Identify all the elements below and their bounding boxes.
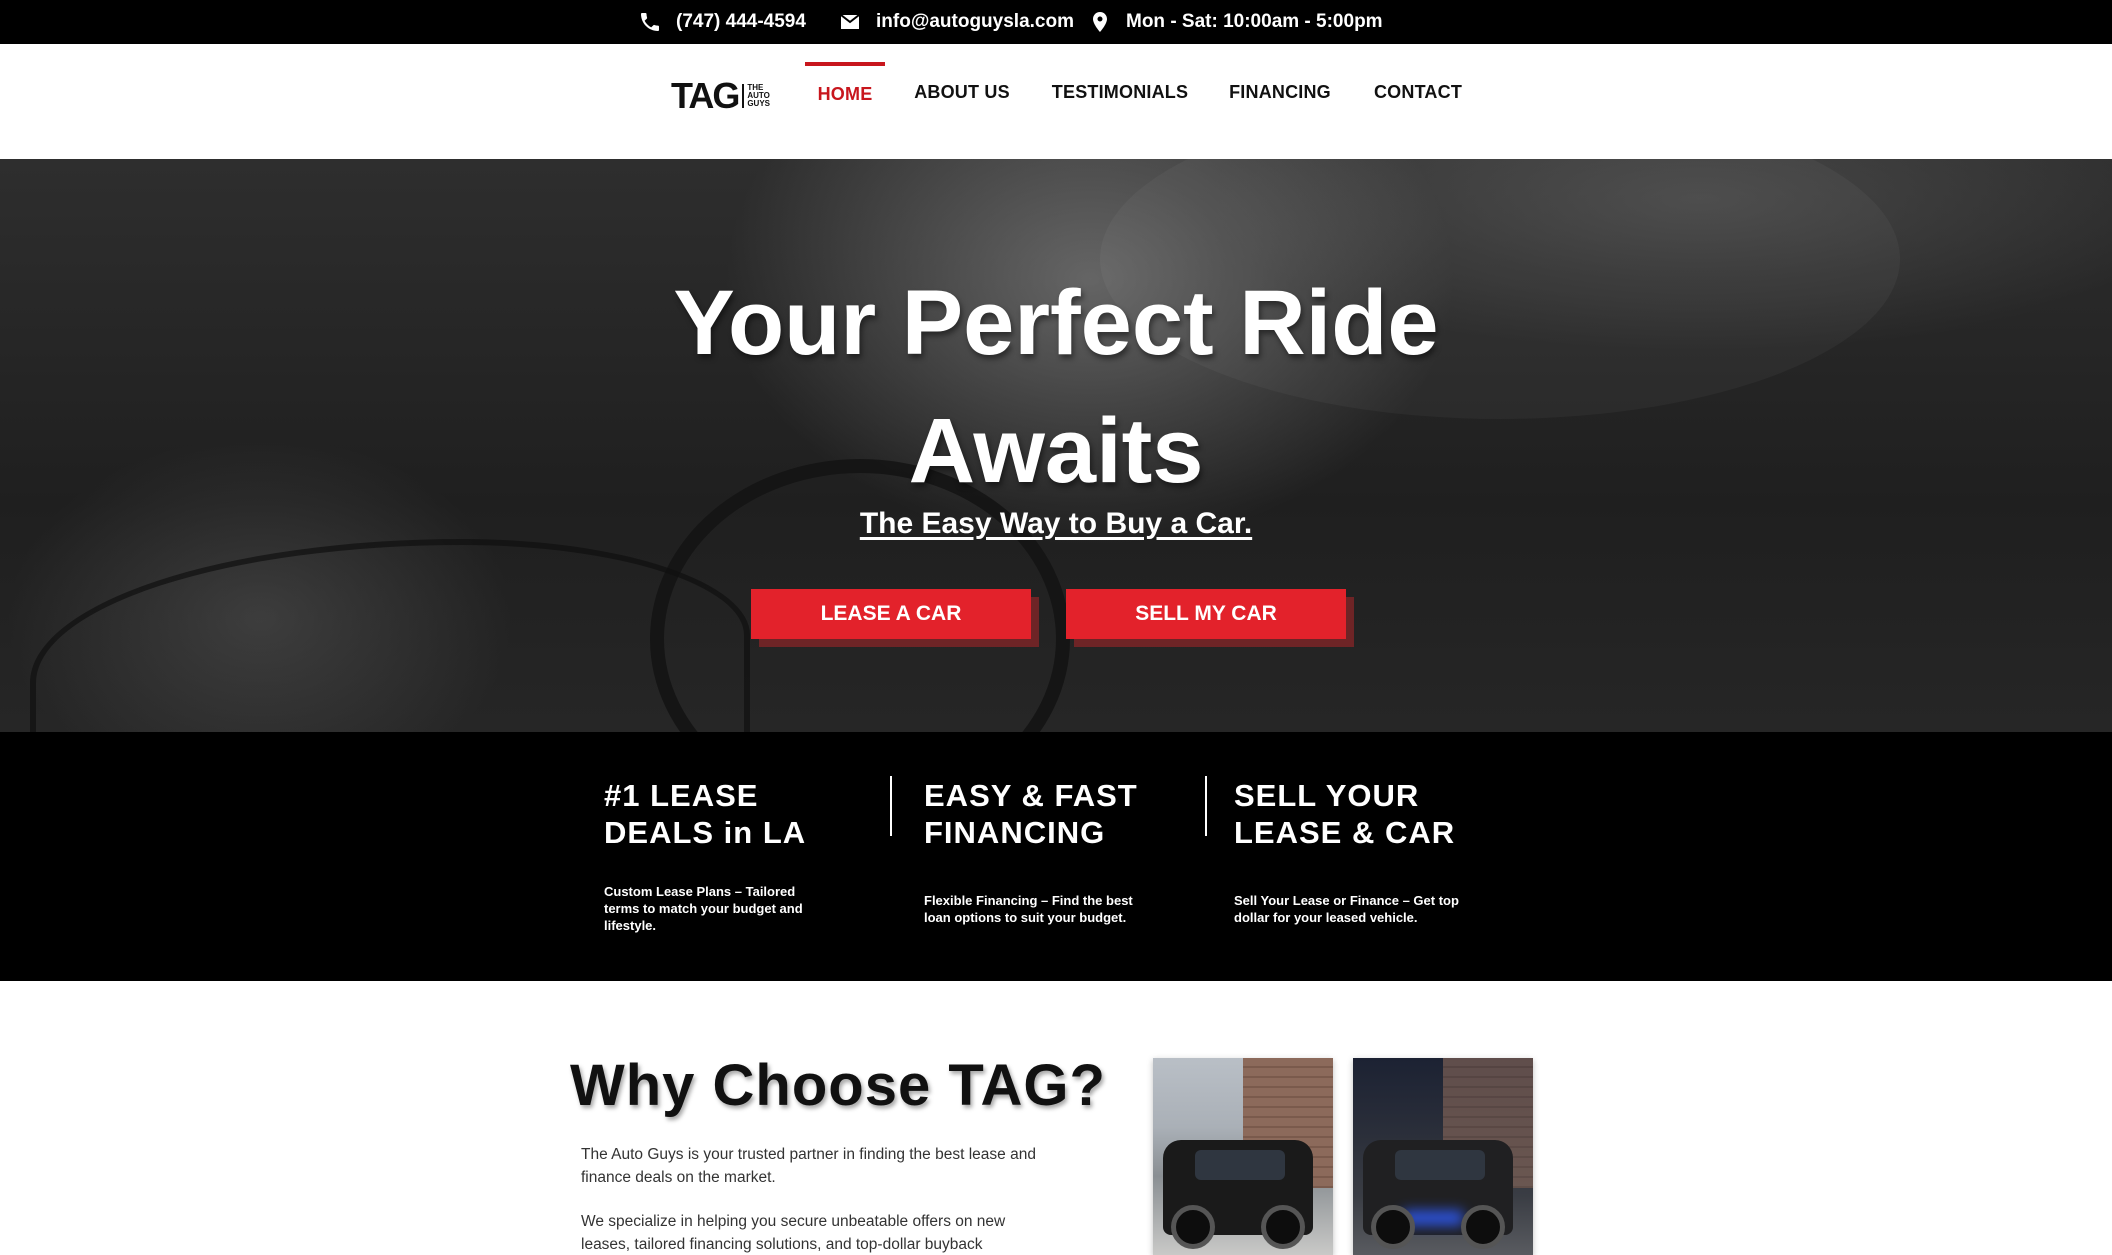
site-header: TAG THE AUTO GUYS HOME ABOUT US TESTIMON…	[0, 44, 2112, 159]
hero-title-line1: Your Perfect Ride	[673, 272, 1439, 374]
hours-text: Mon - Sat: 10:00am - 5:00pm	[1126, 11, 1383, 32]
feature-sell-lease: SELL YOUR LEASE & CAR Sell Your Lease or…	[1234, 777, 1459, 925]
hero-background-headlight	[30, 539, 750, 732]
photo-car-window	[1395, 1150, 1485, 1180]
feature-title-line: EASY & FAST	[924, 778, 1138, 813]
phone-number: (747) 444-4594	[676, 11, 806, 32]
logo-tagline-line: GUYS	[747, 99, 770, 108]
feature-title: SELL YOUR LEASE & CAR	[1234, 777, 1455, 851]
features-band: #1 LEASE DEALS in LA Custom Lease Plans …	[0, 732, 2112, 981]
feature-financing: EASY & FAST FINANCING Flexible Financing…	[924, 777, 1138, 925]
feature-title-line: #1 LEASE	[604, 778, 759, 813]
photo-car-wheel	[1261, 1205, 1305, 1249]
feature-text: Custom Lease Plans – Tailored terms to m…	[604, 884, 803, 933]
mail-icon	[840, 14, 860, 29]
email-contact[interactable]: info@autoguysla.com	[838, 0, 1074, 44]
logo-tagline: THE AUTO GUYS	[742, 84, 770, 108]
photo-car	[1163, 1140, 1313, 1249]
feature-title-line: SELL YOUR	[1234, 778, 1420, 813]
top-info-bar: (747) 444-4594 info@autoguysla.com Mon -…	[0, 0, 2112, 44]
location-pin-icon	[1093, 12, 1107, 32]
hero-title-line2: Awaits	[908, 400, 1204, 502]
feature-lease-deals: #1 LEASE DEALS in LA Custom Lease Plans …	[604, 777, 806, 933]
feature-text: Sell Your Lease or Finance – Get top dol…	[1234, 893, 1459, 925]
photo-car-wheel	[1371, 1205, 1415, 1249]
photo-car	[1363, 1140, 1513, 1249]
photo-car-wheel	[1171, 1205, 1215, 1249]
phone-icon	[641, 13, 659, 31]
nav-testimonials[interactable]: TESTIMONIALS	[1049, 62, 1191, 122]
feature-title-line: LEASE & CAR	[1234, 815, 1456, 850]
site-logo[interactable]: TAG THE AUTO GUYS	[671, 75, 770, 116]
nav-contact[interactable]: CONTACT	[1369, 62, 1467, 122]
car-photo-white-suv	[1153, 1058, 1333, 1255]
photo-car-wheel	[1461, 1205, 1505, 1249]
feature-title-line: DEALS in LA	[604, 815, 807, 850]
photo-car-window	[1195, 1150, 1285, 1180]
feature-text: Flexible Financing – Find the best loan …	[924, 893, 1133, 925]
feature-divider	[890, 776, 892, 836]
feature-title: #1 LEASE DEALS in LA	[604, 777, 806, 851]
hero-title: Your Perfect Ride Awaits	[556, 259, 1556, 515]
hero-subtitle[interactable]: The Easy Way to Buy a Car.	[756, 507, 1356, 541]
hero-section: Your Perfect Ride Awaits The Easy Way to…	[0, 159, 2112, 732]
feature-title-line: FINANCING	[924, 815, 1106, 850]
phone-contact[interactable]: (747) 444-4594	[638, 0, 806, 44]
email-address: info@autoguysla.com	[876, 11, 1074, 32]
car-photo-black-suv	[1353, 1058, 1533, 1255]
sell-my-car-button[interactable]: SELL MY CAR	[1066, 589, 1346, 639]
why-choose-title: Why Choose TAG?	[570, 1053, 1106, 1118]
feature-title: EASY & FAST FINANCING	[924, 777, 1138, 851]
feature-divider	[1205, 776, 1207, 836]
why-paragraph-2: We specialize in helping you secure unbe…	[581, 1213, 1006, 1253]
nav-financing[interactable]: FINANCING	[1227, 62, 1333, 122]
lease-a-car-button[interactable]: LEASE A CAR	[751, 589, 1031, 639]
business-hours: Mon - Sat: 10:00am - 5:00pm	[1088, 0, 1383, 44]
logo-wordmark: TAG	[671, 75, 740, 116]
nav-about-us[interactable]: ABOUT US	[911, 62, 1013, 122]
nav-home[interactable]: HOME	[805, 62, 885, 122]
why-paragraph-1: The Auto Guys is your trusted partner in…	[581, 1146, 1036, 1186]
